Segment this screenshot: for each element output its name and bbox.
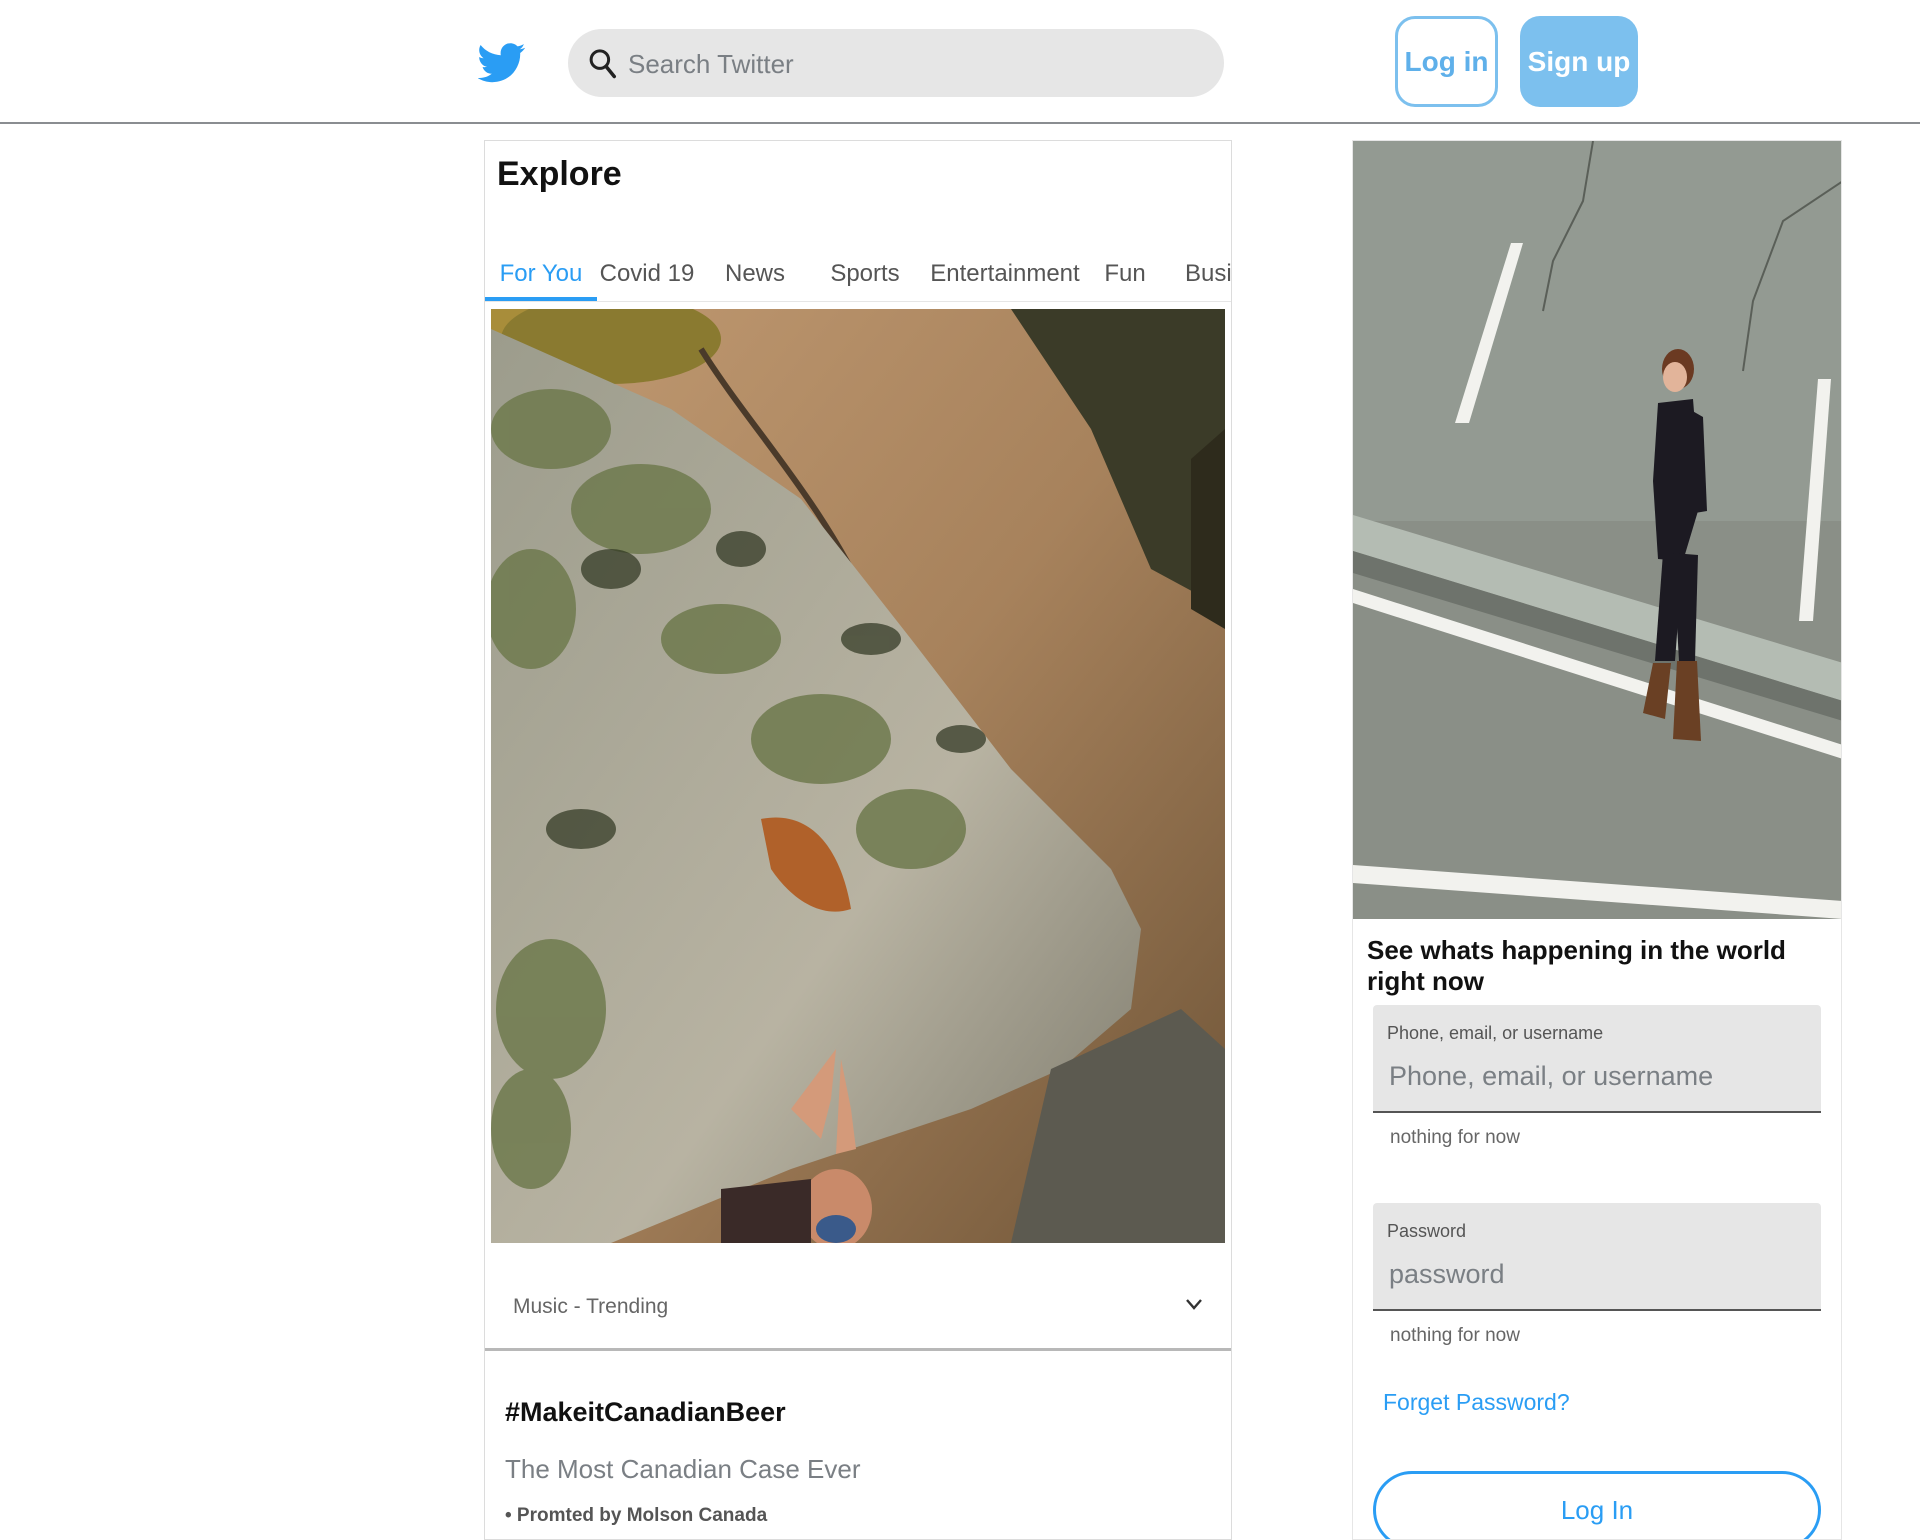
- login-submit-button[interactable]: Log In: [1373, 1471, 1821, 1539]
- chevron-down-icon[interactable]: [1185, 1297, 1203, 1311]
- tab-divider: [485, 301, 1231, 302]
- tab-bar: For You Covid 19 News Sports Entertainme…: [485, 239, 1231, 307]
- featured-climbing-image[interactable]: [491, 309, 1225, 1243]
- sidebar-heading: See whats happening in the world right n…: [1367, 935, 1786, 996]
- forget-password-link[interactable]: Forget Password?: [1383, 1389, 1570, 1416]
- username-input[interactable]: [1387, 1055, 1811, 1097]
- street-walker-image: [1353, 141, 1841, 919]
- promoted-by-label: • Promted by Molson Canada: [505, 1505, 768, 1526]
- username-field[interactable]: Phone, email, or username: [1373, 1005, 1821, 1113]
- tab-entertainment[interactable]: Entertainment: [925, 239, 1085, 307]
- twitter-bird-icon[interactable]: [478, 32, 526, 94]
- password-label: Password: [1387, 1221, 1467, 1241]
- tab-fun[interactable]: Fun: [1075, 239, 1175, 307]
- tab-covid-19[interactable]: Covid 19: [597, 239, 697, 307]
- top-bar: Log in Sign up: [0, 0, 1920, 124]
- login-button[interactable]: Log in: [1395, 16, 1498, 107]
- search-input[interactable]: [626, 29, 1190, 99]
- password-input[interactable]: [1387, 1253, 1811, 1295]
- login-card: See whats happening in the world right n…: [1352, 140, 1842, 1540]
- promoted-description: The Most Canadian Case Ever: [505, 1454, 861, 1484]
- password-field[interactable]: Password: [1373, 1203, 1821, 1311]
- search-bar[interactable]: [568, 29, 1224, 99]
- explore-panel: Explore For You Covid 19 News Sports Ent…: [484, 140, 1232, 1540]
- signup-button[interactable]: Sign up: [1520, 16, 1638, 107]
- tab-news[interactable]: News: [705, 239, 805, 307]
- tab-sports[interactable]: Sports: [815, 239, 915, 307]
- page-title: Explore: [497, 155, 622, 193]
- tab-business[interactable]: Busi: [1185, 239, 1231, 307]
- trend-category-row[interactable]: Music - Trending: [485, 1267, 1231, 1351]
- username-label: Phone, email, or username: [1387, 1023, 1604, 1043]
- promoted-hashtag[interactable]: #MakeitCanadianBeer: [505, 1397, 786, 1428]
- trend-category-label: Music - Trending: [513, 1295, 669, 1318]
- username-helper-text: nothing for now: [1390, 1127, 1520, 1148]
- password-helper-text: nothing for now: [1390, 1325, 1520, 1346]
- search-icon: [589, 49, 616, 79]
